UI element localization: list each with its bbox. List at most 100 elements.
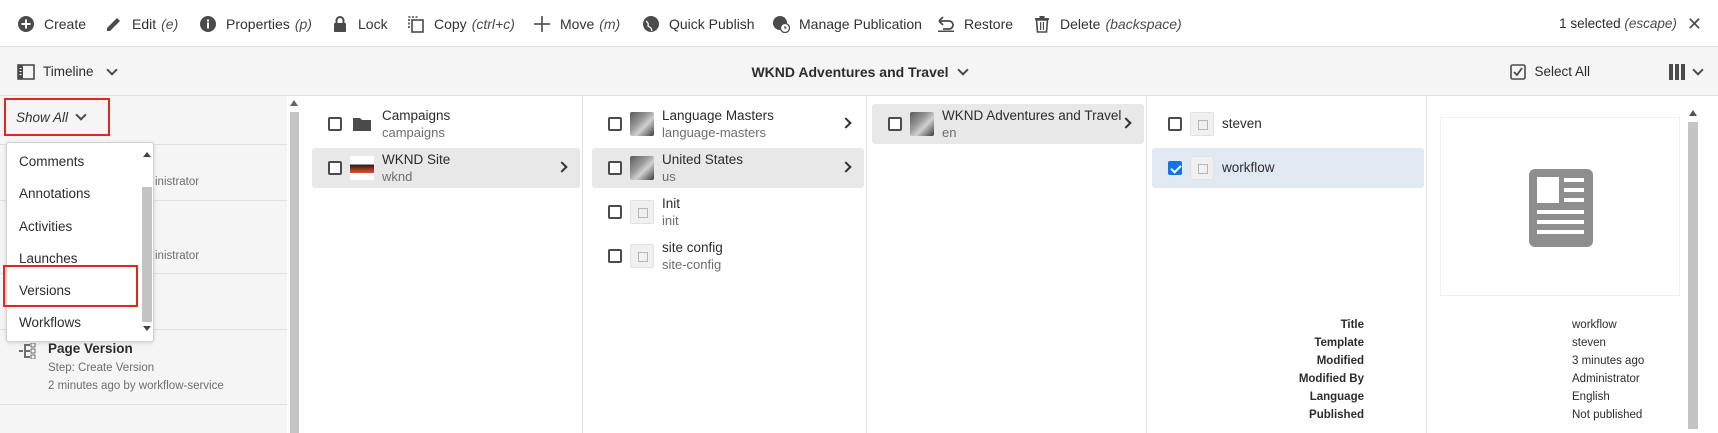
- restore-button[interactable]: Restore: [937, 0, 1013, 47]
- item-checkbox[interactable]: [608, 117, 622, 131]
- site-thumbnail: [350, 156, 374, 180]
- trash-icon: [1035, 15, 1049, 33]
- list-item-united-states[interactable]: United States us: [592, 148, 864, 188]
- chevron-right-icon: [840, 161, 852, 173]
- quick-publish-label: Quick Publish: [669, 15, 755, 32]
- column-divider: [1426, 96, 1427, 433]
- item-checkbox[interactable]: [328, 161, 342, 175]
- column-divider: [582, 96, 583, 433]
- scrollbar-thumb[interactable]: [1688, 122, 1698, 429]
- page-thumbnail: [630, 200, 654, 224]
- select-all-label: Select All: [1534, 64, 1590, 79]
- meta-label-template: Template: [1314, 337, 1364, 349]
- dropdown-scrollbar[interactable]: [140, 143, 154, 341]
- chevron-down-icon: [1692, 63, 1704, 76]
- breadcrumb[interactable]: WKND Adventures and Travel: [0, 47, 1718, 96]
- chevron-right-icon: [556, 161, 568, 173]
- meta-value-title: workflow: [1572, 319, 1617, 331]
- item-name: site-config: [662, 257, 722, 272]
- manage-publication-label: Manage Publication: [799, 15, 922, 32]
- scrollbar-thumb[interactable]: [142, 187, 152, 322]
- delete-button[interactable]: Delete (backspace): [1033, 0, 1182, 47]
- list-item-steven[interactable]: steven: [1152, 104, 1424, 144]
- quick-publish-button[interactable]: Quick Publish: [642, 0, 755, 47]
- move-label: Move: [560, 15, 595, 32]
- page-thumbnail: [630, 244, 654, 268]
- properties-button[interactable]: Properties (p): [199, 0, 312, 47]
- list-item-wknd-site[interactable]: WKND Site wknd: [312, 148, 580, 188]
- copy-button[interactable]: Copy (ctrl+c): [407, 0, 515, 47]
- dropdown-item-activities[interactable]: Activities: [19, 219, 72, 234]
- versions-highlight-box: [3, 265, 138, 307]
- scroll-up-icon[interactable]: [1689, 110, 1697, 116]
- list-item-language-masters[interactable]: Language Masters language-masters: [592, 104, 864, 144]
- item-checkbox[interactable]: [608, 249, 622, 263]
- edit-button[interactable]: Edit (e): [105, 0, 178, 47]
- page-thumbnail: [1190, 156, 1214, 180]
- info-icon: [200, 15, 216, 32]
- page-thumbnail: [1190, 112, 1214, 136]
- close-selection-icon[interactable]: ✕: [1687, 15, 1702, 33]
- copy-icon: [408, 15, 424, 33]
- create-label: Create: [44, 15, 87, 32]
- meta-value-language: English: [1572, 391, 1610, 403]
- dropdown-item-workflows[interactable]: Workflows: [19, 315, 81, 330]
- selected-count: 1 selected: [1559, 16, 1621, 31]
- rail-scrollbar[interactable]: [287, 96, 302, 433]
- list-item-init[interactable]: Init init: [592, 192, 864, 232]
- scroll-up-icon[interactable]: [290, 100, 298, 106]
- item-title: steven: [1222, 116, 1262, 131]
- list-item-workflow[interactable]: workflow: [1152, 148, 1424, 188]
- dropdown-item-comments[interactable]: Comments: [19, 154, 84, 169]
- scroll-down-icon[interactable]: [143, 326, 151, 331]
- column-divider: [866, 96, 867, 433]
- item-checkbox-checked[interactable]: [1168, 161, 1182, 175]
- item-name: us: [662, 169, 676, 184]
- dropdown-item-annotations[interactable]: Annotations: [19, 186, 90, 201]
- chevron-down-icon: [75, 109, 87, 121]
- scroll-up-icon[interactable]: [143, 152, 151, 157]
- globe-publish-icon: [643, 15, 659, 32]
- list-item-site-config[interactable]: site config site-config: [592, 236, 864, 276]
- delete-label: Delete: [1060, 15, 1101, 32]
- selection-info: 1 selected (escape) ✕: [1559, 0, 1702, 47]
- meta-value-template: steven: [1572, 337, 1606, 349]
- selected-escape-hint: (escape): [1624, 16, 1677, 31]
- chevron-right-icon: [1120, 117, 1132, 129]
- item-checkbox[interactable]: [608, 205, 622, 219]
- lock-label: Lock: [358, 15, 388, 32]
- manage-publication-button[interactable]: Manage Publication: [772, 0, 922, 47]
- view-switcher[interactable]: [1668, 47, 1704, 96]
- meta-value-modified: 3 minutes ago: [1572, 355, 1645, 367]
- copy-label: Copy: [434, 15, 467, 32]
- scrollbar-thumb[interactable]: [290, 112, 299, 433]
- pencil-icon: [107, 17, 120, 31]
- item-checkbox[interactable]: [328, 117, 342, 131]
- select-all-button[interactable]: Select All: [1510, 47, 1590, 96]
- item-title: WKND Site: [382, 152, 451, 167]
- item-name: en: [942, 125, 957, 140]
- preview-scrollbar[interactable]: [1686, 96, 1700, 433]
- timeline-filter-select[interactable]: Show All: [4, 98, 110, 136]
- move-button[interactable]: Move (m): [533, 0, 620, 47]
- item-title: Language Masters: [662, 108, 774, 123]
- item-checkbox[interactable]: [888, 117, 902, 131]
- meta-label-published: Published: [1309, 409, 1364, 421]
- document-page-icon: [1529, 169, 1593, 247]
- list-item-wknd-adventures[interactable]: WKND Adventures and Travel en: [872, 104, 1144, 144]
- copy-shortcut: (ctrl+c): [471, 15, 515, 32]
- lock-button[interactable]: Lock: [331, 0, 388, 47]
- page-version-time: 2 minutes ago by workflow-service: [48, 380, 224, 392]
- page-version-title: Page Version: [48, 341, 133, 356]
- item-name: init: [662, 213, 679, 228]
- page-thumbnail: [630, 112, 654, 136]
- item-title: workflow: [1222, 160, 1275, 175]
- list-item-campaigns[interactable]: Campaigns campaigns: [312, 104, 580, 144]
- item-title: United States: [662, 152, 744, 167]
- item-checkbox[interactable]: [1168, 117, 1182, 131]
- create-button[interactable]: Create: [17, 0, 86, 47]
- timeline-entry-meta: inistrator: [155, 176, 200, 188]
- dropdown-item-launches[interactable]: Launches: [19, 251, 78, 266]
- item-checkbox[interactable]: [608, 161, 622, 175]
- edit-shortcut: (e): [161, 15, 179, 32]
